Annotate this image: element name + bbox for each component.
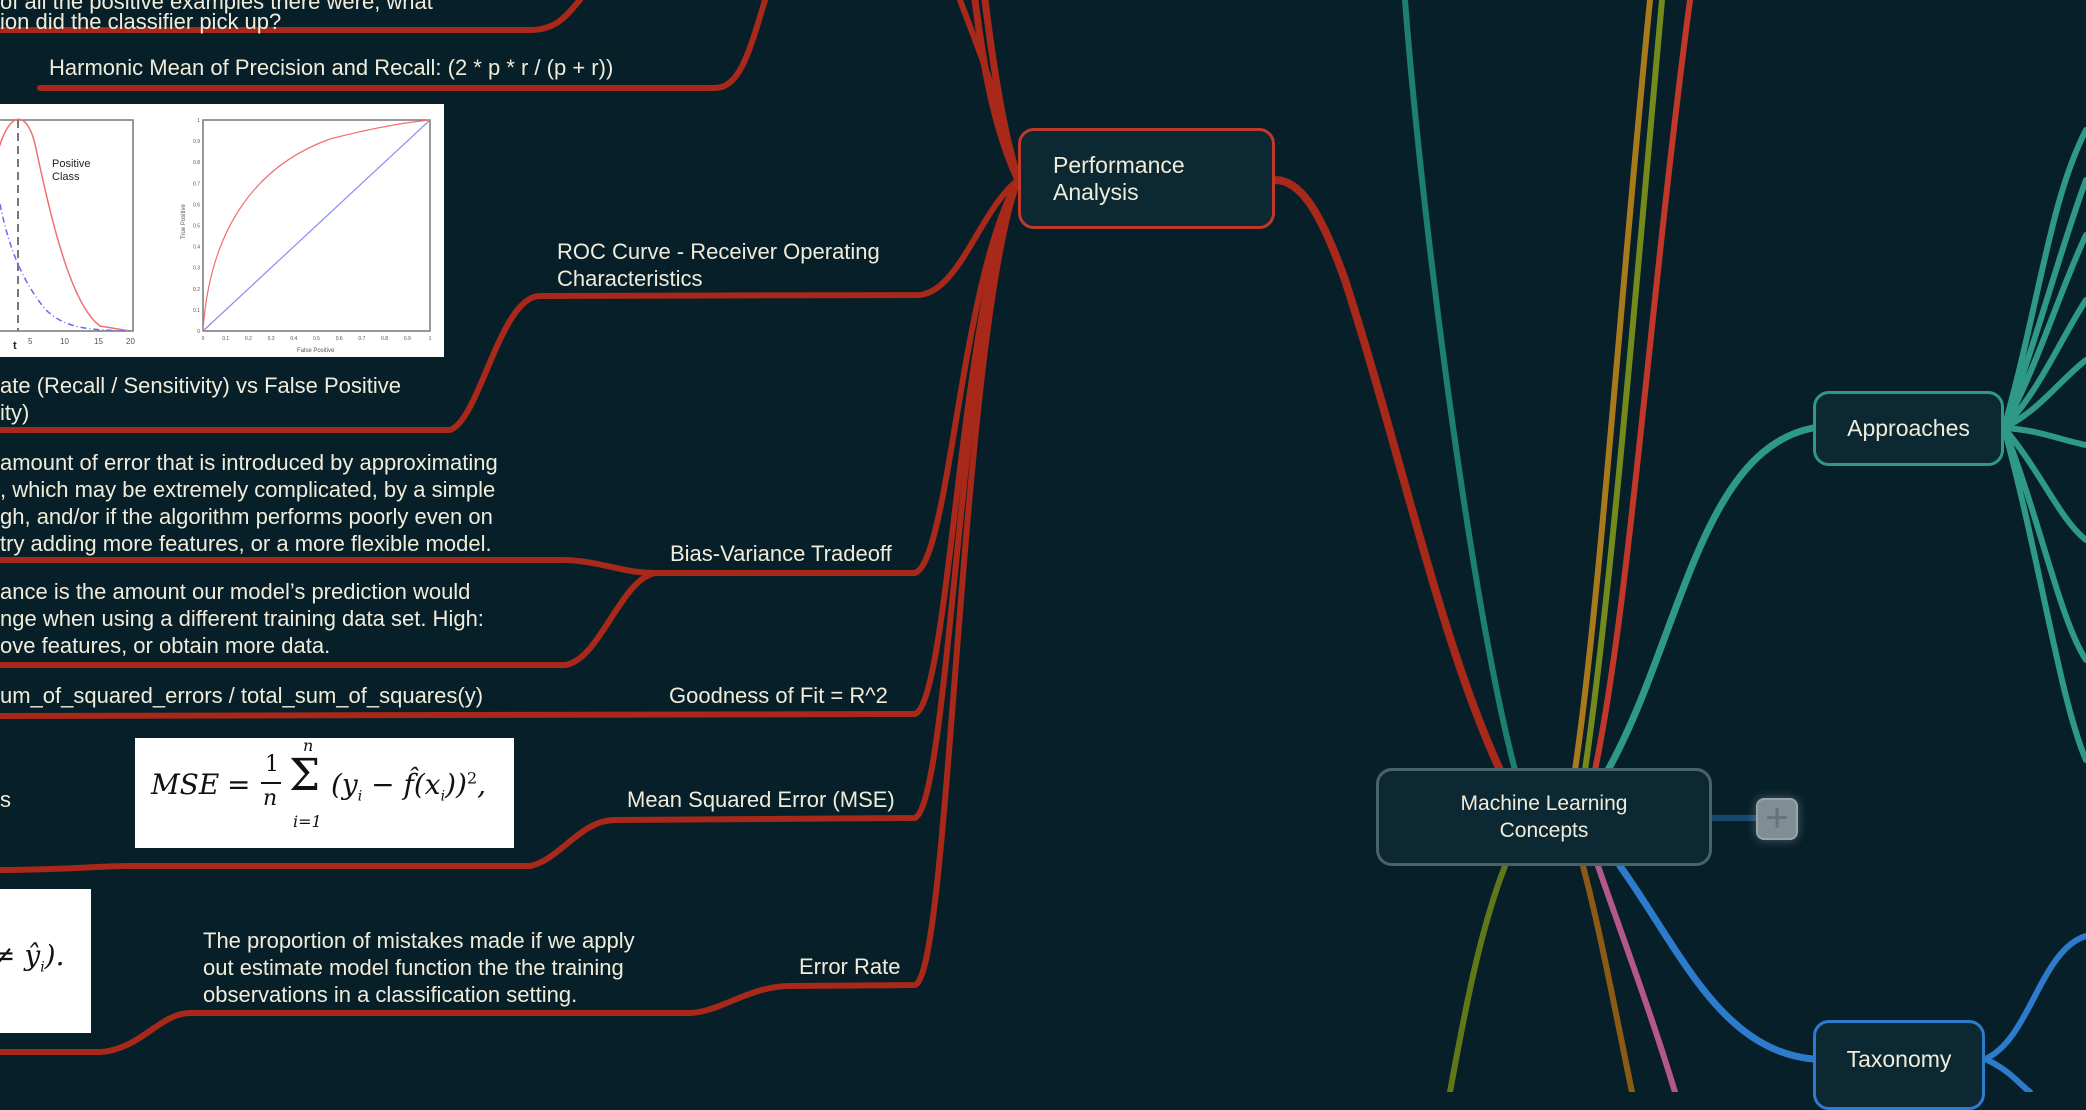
roc-x-tick: 0.6 — [336, 336, 343, 342]
branch-line-taxonomy — [1616, 862, 1817, 1063]
roc-x-axis-label: False Positive — [297, 348, 335, 354]
variance-description-line: nge when using a different training data… — [0, 606, 484, 631]
roc-y-tick: 0 — [197, 329, 200, 335]
bias-description-line: amount of error that is introduced by ap… — [0, 450, 498, 475]
branch-line-performance — [1271, 176, 1504, 774]
roc-y-tick: 0.4 — [193, 245, 200, 251]
threshold-label: t — [13, 340, 17, 352]
roc-x-tick: 0.4 — [290, 336, 297, 342]
roc-x-tick: 0.1 — [222, 336, 229, 342]
class-distribution-chart: Positive Class t 5 10 15 20 — [0, 118, 135, 352]
bias-description-line: , which may be extremely complicated, by… — [0, 477, 496, 502]
roc-y-tick: 0.8 — [193, 160, 200, 166]
roc-chart: True Positive False Positive 0 0.1 0.2 0.3 0… — [181, 118, 432, 354]
roc-y-tick: 0.2 — [193, 287, 200, 293]
roc-curve-label-line1: ROC Curve - Receiver Operating — [557, 239, 880, 264]
taxonomy-child-line — [1982, 1056, 2033, 1092]
topic-label: Performance — [1053, 151, 1185, 178]
mse-formula-image: MSE = 1 n n Σ i=1 (yi − f̂(xi))2, — [135, 736, 514, 848]
bias-description-line: gh, and/or if the algorithm performs poo… — [0, 504, 493, 529]
negative-class-curve — [0, 203, 131, 332]
topic-label: Approaches — [1847, 415, 1970, 441]
approaches-child-line — [2001, 177, 2086, 431]
x-tick: 20 — [126, 337, 135, 346]
positive-class-curve — [0, 118, 131, 332]
roc-description-line1: ate (Recall / Sensitivity) vs False Posi… — [0, 373, 402, 398]
error-rate-formula-image: ≠ ŷi). — [0, 889, 91, 1033]
topic-taxonomy[interactable]: Taxonomy — [1813, 1020, 1985, 1110]
roc-x-tick: 0.2 — [245, 336, 252, 342]
roc-x-tick: 0.9 — [404, 336, 411, 342]
central-topic-label: Concepts — [1499, 819, 1589, 842]
roc-y-tick: 0.7 — [193, 181, 200, 187]
roc-x-tick: 1 — [429, 336, 432, 342]
mse-fraction-denominator: n — [263, 786, 278, 811]
mse-equals: = — [227, 768, 251, 801]
central-topic-label: Machine Learning — [1460, 792, 1628, 815]
roc-y-axis-label: True Positive — [181, 204, 187, 239]
goodness-of-fit-description: um_of_squared_errors / total_sum_of_squa… — [0, 683, 484, 708]
topic-label: Taxonomy — [1846, 1046, 1952, 1072]
roc-y-tick: 0.9 — [193, 139, 200, 145]
roc-curve-image: Positive Class t 5 10 15 20 True Positiv… — [0, 104, 444, 357]
topic-label: Analysis — [1053, 178, 1139, 205]
random-classifier-line — [202, 119, 431, 332]
roc-y-tick: 0.1 — [193, 308, 200, 314]
roc-y-tick: 0.3 — [193, 266, 200, 272]
roc-y-tick: 0.6 — [193, 202, 200, 208]
roc-x-tick: 0.7 — [358, 336, 365, 342]
roc-y-tick: 0.5 — [193, 224, 200, 230]
approaches-child-line — [2001, 425, 2086, 763]
fraction-bar — [261, 782, 281, 784]
bias-variance-label: Bias-Variance Tradeoff — [670, 541, 892, 566]
mse-fraction-numerator: 1 — [265, 752, 279, 777]
roc-x-tick: 0 — [202, 336, 205, 342]
plus-icon: + — [1765, 795, 1789, 840]
roc-x-tick: 0.3 — [268, 336, 275, 342]
x-tick: 10 — [60, 337, 69, 346]
branch-line-teal-up — [1402, 0, 1518, 773]
taxonomy-child-line — [1982, 933, 2086, 1062]
variance-description-line: ove features, or obtain more data. — [0, 633, 331, 658]
roc-description-line2: ity) — [0, 400, 30, 425]
central-topic[interactable]: Machine Learning Concepts — [1376, 768, 1712, 866]
roc-curve-label-line2: Characteristics — [557, 266, 703, 291]
roc-x-tick: 0.5 — [313, 336, 320, 342]
mse-label: Mean Squared Error (MSE) — [627, 787, 895, 812]
f1-score-description: Harmonic Mean of Precision and Recall: (… — [49, 55, 614, 80]
add-topic-button[interactable]: + — [1756, 798, 1798, 840]
error-rate-description-line: observations in a classification setting… — [203, 982, 578, 1007]
roc-y-tick: 1 — [197, 118, 200, 124]
approaches-child-line — [2001, 425, 2086, 663]
branch-line-approaches — [1604, 424, 1817, 774]
error-rate-description-line: out estimate model function the the trai… — [203, 955, 624, 980]
branch-line-olive-down — [1447, 863, 1508, 1092]
bias-description-line: try adding more features, or a more flex… — [0, 531, 492, 556]
x-tick: 5 — [28, 337, 33, 346]
positive-class-annotation: Positive — [52, 158, 91, 170]
x-tick: 15 — [94, 337, 103, 346]
mse-left-fragment: s — [0, 787, 11, 812]
mse-lhs: MSE — [151, 768, 220, 801]
sigma-icon: Σ — [289, 750, 321, 801]
error-rate-label: Error Rate — [799, 954, 901, 979]
topic-approaches[interactable]: Approaches — [1813, 391, 2004, 466]
branch-line-olive-up — [1582, 0, 1665, 773]
topic-performance-analysis[interactable]: Performance Analysis — [1018, 128, 1275, 229]
goodness-of-fit-label: Goodness of Fit = R^2 — [669, 683, 888, 708]
branch-line-red-up — [1592, 0, 1693, 773]
mse-summand: (yi − f̂(xi))2, — [331, 768, 487, 805]
variance-description-line: ance is the amount our model’s predictio… — [0, 579, 471, 604]
error-rate-description-line: The proportion of mistakes made if we ap… — [203, 928, 635, 953]
recall-description-line2: ion did the classifier pick up? — [0, 9, 282, 34]
error-rate-formula: ≠ ŷi). — [0, 939, 65, 976]
approaches-child-line — [2001, 127, 2086, 431]
sum-lower-limit: i=1 — [293, 812, 322, 831]
roc-x-tick: 0.8 — [381, 336, 388, 342]
positive-class-annotation: Class — [52, 171, 80, 183]
